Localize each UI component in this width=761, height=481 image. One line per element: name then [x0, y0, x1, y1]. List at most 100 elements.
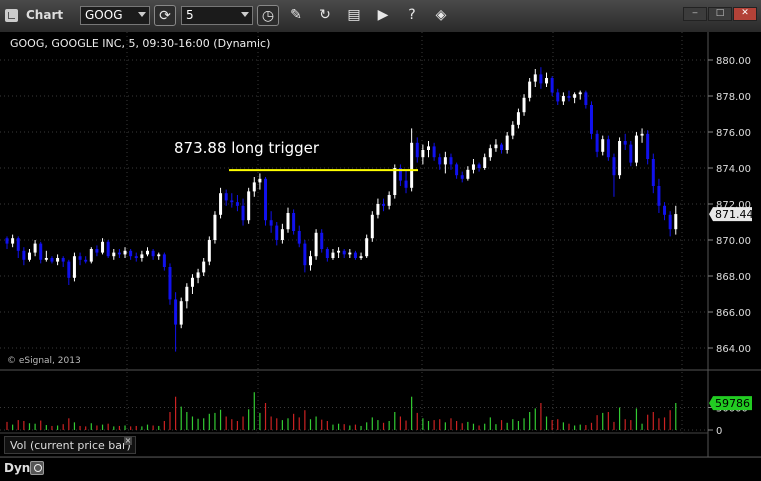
chart-header: GOOG, GOOGLE INC, 5, 09:30-16:00 (Dynami… — [10, 37, 270, 50]
candle-body — [589, 105, 593, 134]
maximize-button[interactable]: □ — [708, 7, 732, 21]
clock-button[interactable]: ◷ — [257, 5, 279, 26]
candle-body — [78, 256, 82, 260]
candle-body — [11, 238, 15, 244]
candle-body — [528, 81, 532, 98]
price-tick-label: 866.00 — [716, 308, 751, 319]
candle-body — [303, 243, 307, 266]
candle-body — [241, 205, 245, 221]
volume-tick-label: 0 — [716, 426, 722, 437]
play-button[interactable]: ▶ — [372, 5, 394, 26]
candle-body — [674, 214, 678, 230]
candle-body — [252, 182, 256, 192]
candle-body — [595, 133, 599, 152]
candle-body — [280, 229, 284, 240]
candle-body — [89, 249, 93, 262]
trigger-annotation[interactable]: 873.88 long trigger — [174, 139, 320, 157]
price-tick-label: 870.00 — [716, 236, 751, 247]
candle-body — [61, 258, 65, 262]
candle-body — [219, 193, 223, 215]
candle-body — [264, 178, 268, 221]
symbol-input[interactable]: GOOG — [80, 6, 150, 25]
dynamic-mode-label: Dyn — [4, 461, 31, 475]
price-chart[interactable]: GOOG, GOOGLE INC, 5, 09:30-16:00 (Dynami… — [0, 32, 761, 457]
scale-settings-icon[interactable] — [30, 461, 44, 475]
candle-body — [123, 250, 127, 255]
candle-body — [72, 256, 76, 278]
chevron-down-icon[interactable] — [241, 12, 249, 17]
candle-body — [275, 225, 279, 240]
candle-body — [483, 157, 487, 168]
candle-body — [556, 92, 560, 102]
play-icon: ▶ — [377, 7, 389, 23]
candle-body — [202, 261, 206, 273]
minimize-button[interactable]: ‒ — [683, 7, 707, 21]
candle-body — [84, 259, 88, 262]
help-button[interactable]: ? — [401, 5, 423, 26]
candle-body — [129, 250, 133, 257]
candle-body — [337, 250, 341, 253]
candle-body — [573, 94, 577, 98]
candle-body — [623, 141, 627, 145]
candle-body — [146, 250, 149, 255]
window-controls: ‒ □ ✕ — [682, 0, 757, 21]
window-title: Chart — [26, 8, 64, 22]
candle-body — [320, 232, 324, 249]
candle-body — [50, 258, 54, 262]
candle-body — [455, 164, 459, 176]
help-icon: ? — [408, 7, 416, 23]
candle-body — [466, 169, 470, 179]
volume-panel-label[interactable]: Vol (current price bar) — [4, 436, 136, 454]
candle-body — [207, 240, 211, 262]
title-bar: Chart GOOG ⟳ 5 ◷ ✎ ↻ ▤ ▶ ? ◈ ‒ □ ✕ — [0, 0, 761, 33]
candle-body — [522, 97, 526, 113]
close-button[interactable]: ✕ — [733, 7, 757, 21]
price-tick-label: 864.00 — [716, 344, 751, 355]
candle-body — [44, 258, 48, 260]
cursor-icon: ↻ — [319, 7, 331, 23]
candle-body — [511, 124, 515, 136]
candle-body — [101, 241, 105, 253]
candle-body — [505, 135, 509, 150]
refresh-button[interactable]: ⟳ — [154, 5, 176, 26]
candle-body — [539, 74, 543, 84]
candle-body — [342, 250, 346, 255]
eraser-button[interactable]: ◈ — [430, 5, 452, 26]
candle-body — [449, 157, 453, 165]
price-tick-label: 874.00 — [716, 164, 751, 175]
price-tick-label: 868.00 — [716, 272, 751, 283]
chevron-down-icon[interactable] — [138, 12, 146, 17]
candle-body — [230, 200, 234, 203]
interval-input[interactable]: 5 — [181, 6, 253, 25]
candle-body — [27, 252, 31, 260]
candle-body — [387, 195, 391, 206]
current-volume-tag: 59786 — [709, 396, 752, 411]
candle-body — [162, 254, 166, 267]
candle-body — [297, 231, 301, 244]
candle-body — [292, 213, 296, 231]
candle-body — [410, 142, 414, 188]
candle-body — [376, 204, 380, 215]
candle-body — [67, 261, 71, 278]
volume-panel-title: Vol (current price bar) — [10, 439, 131, 452]
current-volume-value: 59786 — [715, 397, 750, 410]
candle-body — [134, 256, 138, 258]
candle-body — [578, 92, 582, 95]
clock-icon: ◷ — [261, 8, 275, 24]
quote-button[interactable]: ▤ — [343, 5, 365, 26]
candle-body — [606, 139, 610, 158]
pencil-icon: ✎ — [290, 7, 302, 23]
copyright: © eSignal, 2013 — [7, 356, 81, 366]
candle-body — [247, 191, 251, 221]
candle-body — [258, 178, 262, 183]
cursor-button[interactable]: ↻ — [314, 5, 336, 26]
status-bar: Dyn — [0, 457, 761, 481]
price-tick-label: 876.00 — [716, 128, 751, 139]
pencil-button[interactable]: ✎ — [285, 5, 307, 26]
candle-body — [393, 168, 397, 195]
candle-body — [657, 186, 661, 206]
candle-body — [359, 256, 363, 258]
close-icon[interactable]: × — [124, 437, 132, 445]
candle-body — [168, 267, 172, 300]
eraser-icon: ◈ — [435, 7, 447, 23]
